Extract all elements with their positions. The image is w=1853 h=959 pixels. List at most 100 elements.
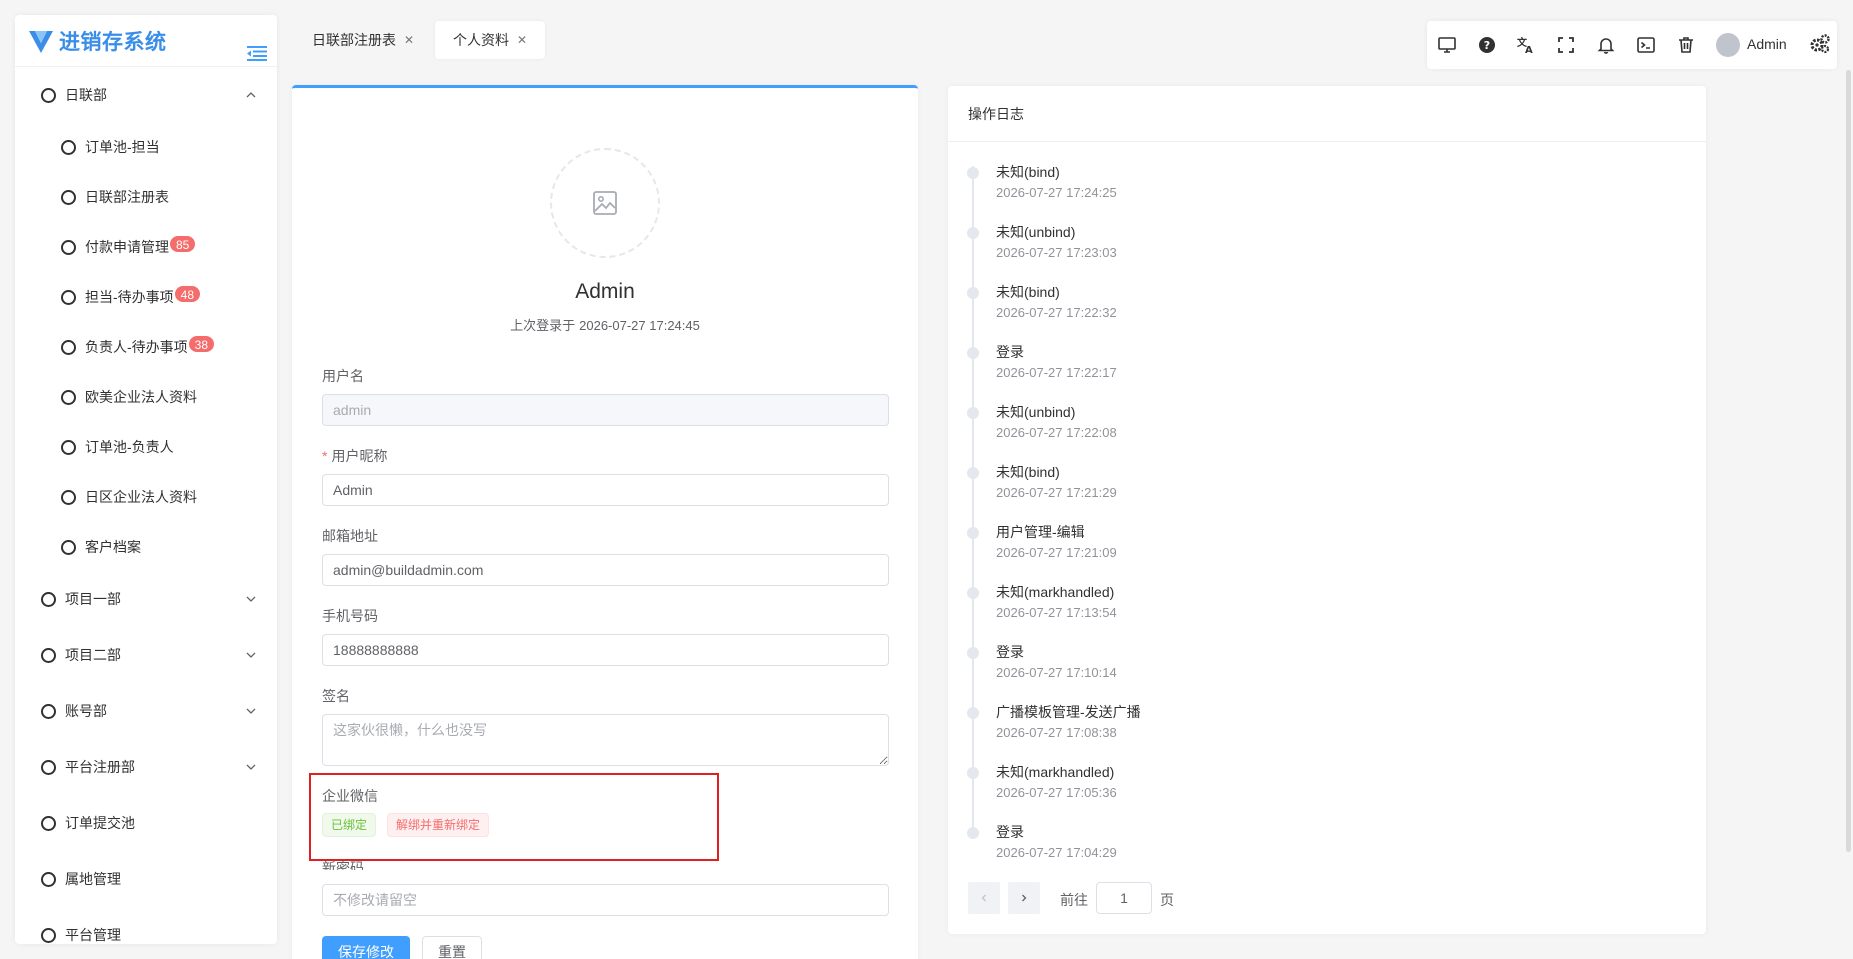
help-icon[interactable]: ? <box>1477 35 1497 55</box>
signature-label: 签名 <box>322 688 350 704</box>
sidebar-item[interactable]: 属地管理 <box>15 859 277 899</box>
user-name[interactable]: Admin <box>1747 36 1787 52</box>
circle-icon <box>41 87 56 103</box>
log-item-title: 未知(bind) <box>996 464 1060 480</box>
username-input <box>322 394 889 426</box>
close-icon[interactable]: ✕ <box>404 33 414 47</box>
sidebar-item[interactable]: 欧美企业法人资料 <box>15 377 277 417</box>
log-item-title: 登录 <box>996 824 1024 840</box>
app-title: 进销存系统 <box>59 30 167 54</box>
sidebar-item[interactable]: 订单池-负责人 <box>15 427 277 467</box>
wechat-bound-tag: 已绑定 <box>322 813 377 837</box>
sidebar-item[interactable]: 平台管理 <box>15 915 277 944</box>
monitor-icon[interactable] <box>1437 35 1457 55</box>
sidebar-item-label: 付款申请管理 <box>85 239 169 255</box>
fullscreen-icon[interactable] <box>1556 35 1576 55</box>
sidebar-item[interactable]: 账号部 <box>15 691 277 731</box>
reset-button[interactable]: 重置 <box>422 936 482 959</box>
timeline-dot <box>967 707 979 719</box>
gears-icon[interactable] <box>1809 33 1831 55</box>
circle-icon <box>41 815 56 831</box>
operation-log-card: 操作日志 未知(bind) 2026-07-27 17:24:25 未知(unbin… <box>948 86 1706 934</box>
timeline-dot <box>967 347 979 359</box>
avatar-upload[interactable] <box>550 148 660 258</box>
chevron-up-icon <box>246 92 256 98</box>
image-placeholder-icon <box>593 191 617 215</box>
signature-textarea[interactable] <box>322 714 889 766</box>
password-input[interactable] <box>322 884 889 916</box>
sidebar-item[interactable]: 担当-待办事项 48 <box>15 277 277 317</box>
tab-registry[interactable]: 日联部注册表 ✕ <box>294 21 432 59</box>
log-item-time: 2026-07-27 17:24:25 <box>996 185 1117 200</box>
sidebar-item[interactable]: 日区企业法人资料 <box>15 477 277 517</box>
circle-icon <box>61 539 76 555</box>
terminal-icon[interactable] <box>1636 35 1656 55</box>
sidebar-item[interactable]: 项目二部 <box>15 635 277 675</box>
profile-name: Admin <box>575 280 635 303</box>
pager-next-button[interactable] <box>1008 882 1040 914</box>
sidebar-item-label: 平台注册部 <box>65 759 135 775</box>
tab-label: 日联部注册表 <box>312 32 396 48</box>
pager-page-input[interactable] <box>1096 882 1152 914</box>
sidebar-item[interactable]: 日联部注册表 <box>15 177 277 217</box>
nickname-label: * 用户昵称 <box>322 446 387 466</box>
sidebar-item[interactable]: 平台注册部 <box>15 747 277 787</box>
timeline-dot <box>967 767 979 779</box>
save-button[interactable]: 保存修改 <box>322 936 410 959</box>
circle-icon <box>41 703 56 719</box>
username-label: 用户名 <box>322 368 364 384</box>
sidebar-item[interactable]: 订单池-担当 <box>15 127 277 167</box>
count-badge: 48 <box>173 285 202 303</box>
mobile-input[interactable] <box>322 634 889 666</box>
translate-icon[interactable]: 文 A <box>1516 35 1536 55</box>
log-item-title: 广播模板管理-发送广播 <box>996 704 1141 720</box>
timeline-dot <box>967 407 979 419</box>
circle-icon <box>41 591 56 607</box>
sidebar-item[interactable]: 订单提交池 <box>15 803 277 843</box>
close-icon[interactable]: ✕ <box>517 33 527 47</box>
sidebar-item[interactable]: 日联部 <box>15 75 277 115</box>
nickname-input[interactable] <box>322 474 889 506</box>
nickname-label-text: 用户昵称 <box>331 448 388 464</box>
log-item-title: 用户管理-编辑 <box>996 524 1085 540</box>
trash-icon[interactable] <box>1676 35 1696 55</box>
sidebar-item-label: 负责人-待办事项 <box>85 339 188 355</box>
log-item-time: 2026-07-27 17:22:17 <box>996 365 1117 380</box>
sidebar: 进销存系统 日联部订单池-担当 日联部注册表 付款申请管理 85 担当-待办事项 48 负责… <box>15 15 277 944</box>
email-input[interactable] <box>322 554 889 586</box>
timeline-dot <box>967 527 979 539</box>
pager-prev-button[interactable] <box>968 882 1000 914</box>
timeline-dot <box>967 647 979 659</box>
timeline-dot <box>967 227 979 239</box>
log-title: 操作日志 <box>948 86 1706 142</box>
page-scrollbar[interactable] <box>1846 70 1851 852</box>
sidebar-item-label: 项目一部 <box>65 591 121 607</box>
sidebar-item[interactable]: 负责人-待办事项 38 <box>15 327 277 367</box>
sidebar-item[interactable]: 客户档案 <box>15 527 277 567</box>
menu-collapse-icon[interactable] <box>247 45 267 61</box>
sidebar-item-label: 订单提交池 <box>65 815 135 831</box>
circle-icon <box>41 759 56 775</box>
chevron-left-icon <box>981 894 986 902</box>
circle-icon <box>61 239 76 255</box>
log-item-title: 未知(markhandled) <box>996 764 1115 780</box>
wechat-label: 企业微信 <box>322 788 378 804</box>
sidebar-item-label: 欧美企业法人资料 <box>85 389 197 405</box>
last-login-time: 2026-07-27 17:24:45 <box>579 318 700 333</box>
bell-icon[interactable] <box>1596 35 1616 55</box>
timeline-dot <box>967 827 979 839</box>
circle-icon <box>61 289 76 305</box>
top-toolbar: ? 文 A Admin <box>1427 21 1837 69</box>
log-item-time: 2026-07-27 17:10:14 <box>996 665 1117 680</box>
sidebar-item[interactable]: 项目一部 <box>15 579 277 619</box>
tab-profile[interactable]: 个人资料 ✕ <box>435 21 546 59</box>
count-badge: 38 <box>187 335 216 353</box>
timeline-line <box>972 166 974 836</box>
circle-icon <box>61 139 76 155</box>
wechat-rebind-button[interactable]: 解绑并重新绑定 <box>387 813 490 837</box>
sidebar-item[interactable]: 付款申请管理 85 <box>15 227 277 267</box>
circle-icon <box>41 871 56 887</box>
log-item-time: 2026-07-27 17:22:32 <box>996 305 1117 320</box>
circle-icon <box>61 189 76 205</box>
avatar[interactable] <box>1716 33 1740 57</box>
